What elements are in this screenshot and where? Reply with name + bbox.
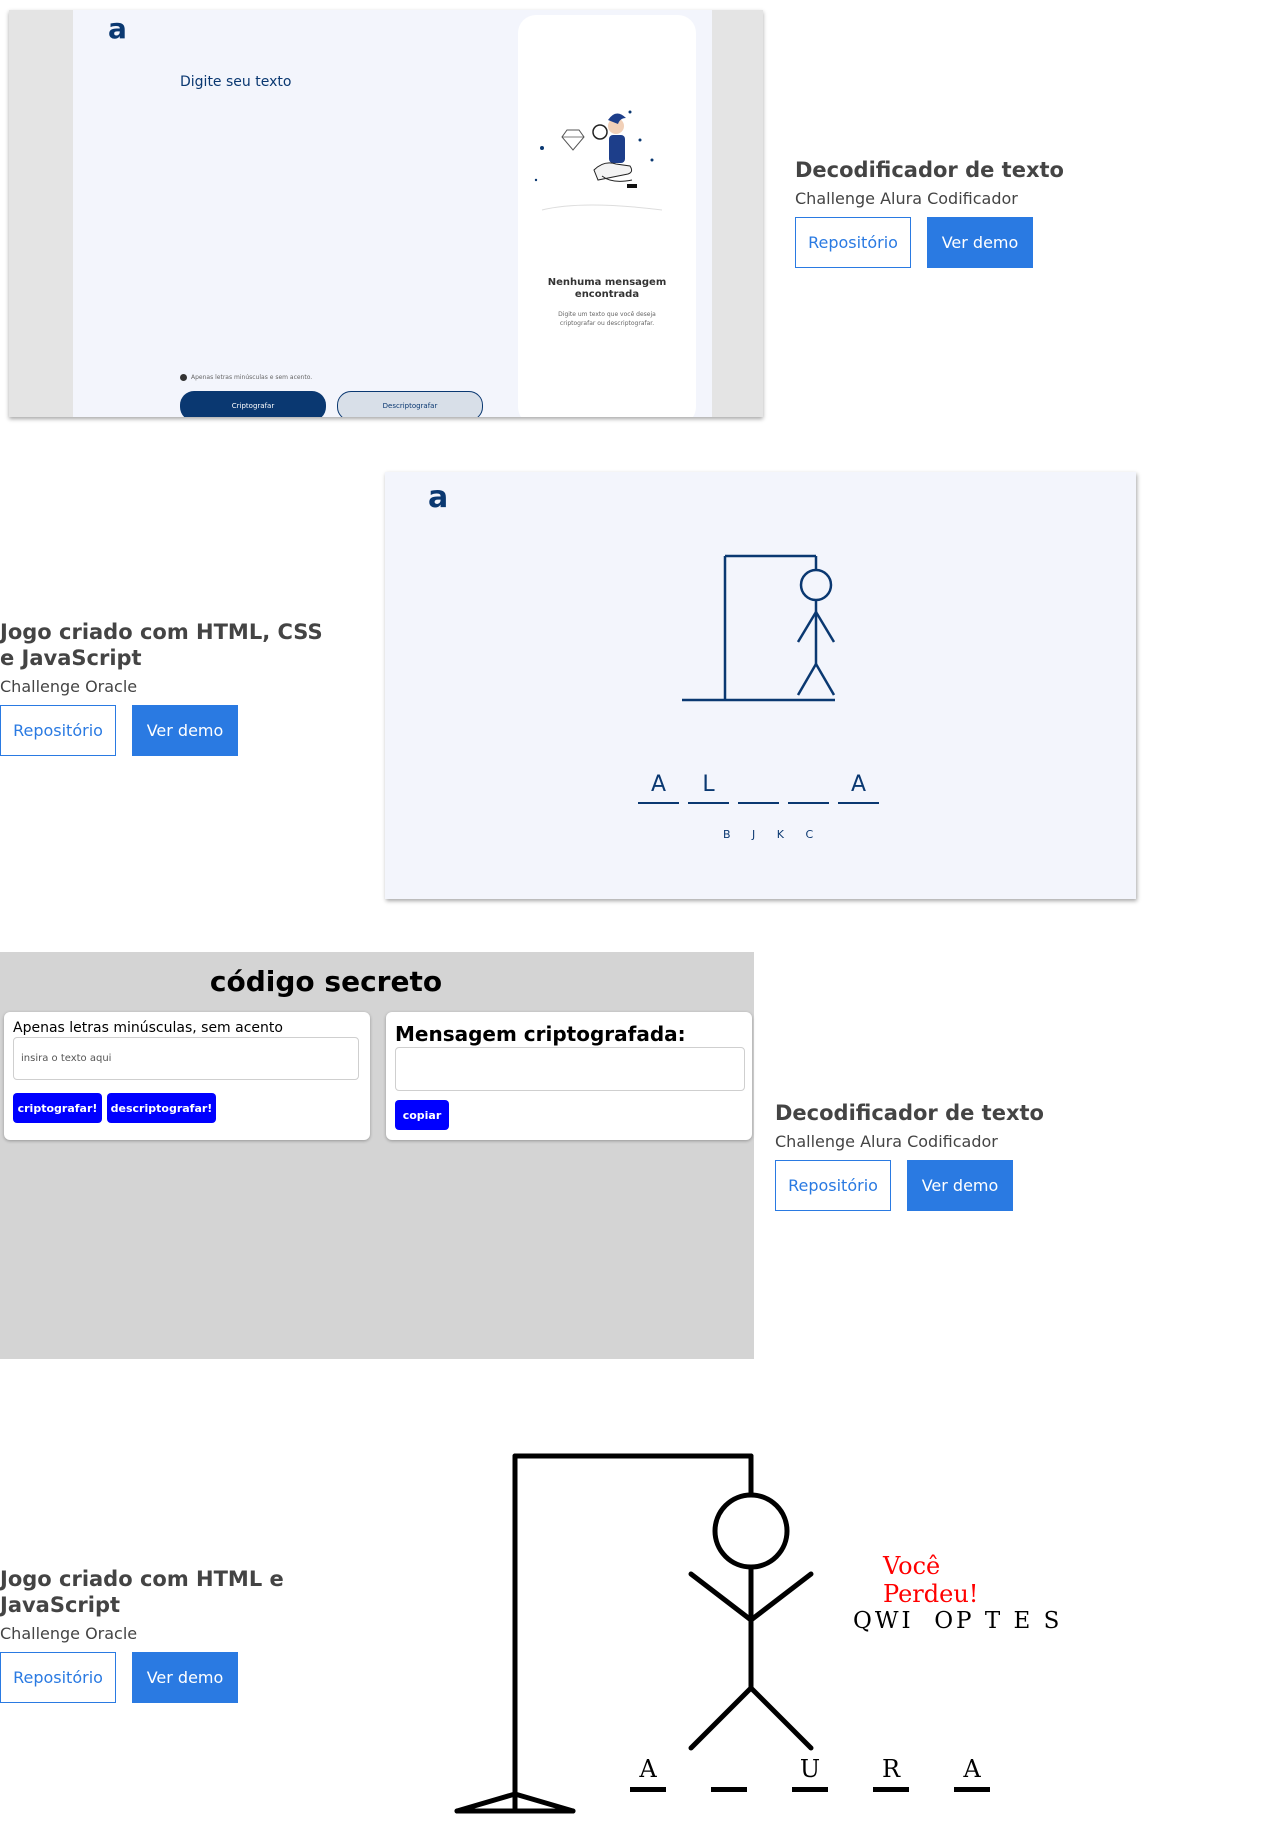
project-title: Decodificador de texto [775, 1101, 1044, 1125]
project-title: Jogo criado com HTML, CSS e JavaScript [0, 620, 323, 670]
input-panel: Apenas letras minúsculas, sem acento ins… [4, 1012, 370, 1140]
letter-slot: L [688, 770, 729, 804]
text-input[interactable]: insira o texto aqui [13, 1037, 359, 1080]
letter-slot: A [638, 770, 679, 804]
status-message: Você Perdeu! [883, 1552, 979, 1608]
project-subtitle: Challenge Alura Codificador [775, 1132, 998, 1151]
output-panel: Mensagem criptografada: copiar [386, 1012, 752, 1140]
letter-slot: A [630, 1755, 666, 1792]
output-field[interactable] [395, 1047, 745, 1091]
project-2-info: Jogo criado com HTML, CSS e JavaScript C… [0, 619, 330, 756]
letter-slot: R [873, 1755, 909, 1792]
decrypt-button[interactable]: descriptografar! [107, 1093, 216, 1123]
project-1-info: Decodificador de texto Challenge Alura C… [795, 157, 1125, 268]
letter-slot: A [954, 1755, 990, 1792]
letter-slot [788, 770, 829, 804]
hangman-drawing-icon [682, 554, 836, 702]
output-heading: Mensagem criptografada: [395, 1022, 686, 1046]
demo-button[interactable]: Ver demo [927, 217, 1033, 268]
word-slots: A L A [638, 770, 879, 804]
text-prompt: Digite seu texto [180, 74, 292, 90]
encrypt-button[interactable]: criptografar! [13, 1093, 102, 1123]
output-card: Nenhuma mensagem encontrada Digite um te… [518, 15, 696, 417]
wrong-letters: QWI OP T E S [853, 1608, 1063, 1634]
demo-button[interactable]: Ver demo [132, 705, 238, 756]
project-4-preview: Você Perdeu! QWI OP T E S A U R A [440, 1430, 1059, 1815]
copy-button[interactable]: copiar [395, 1100, 449, 1130]
encrypt-button[interactable]: Criptografar [180, 391, 326, 417]
project-subtitle: Challenge Oracle [0, 1624, 138, 1643]
alura-logo: a [428, 480, 449, 515]
info-icon [180, 374, 187, 381]
project-1-preview: a Digite seu texto Apenas letras minúscu… [9, 10, 763, 417]
project-2-preview: a A L A B J K C [385, 472, 1136, 899]
repository-button[interactable]: Repositório [0, 705, 116, 756]
empty-title: Nenhuma mensagem encontrada [547, 277, 667, 300]
project-subtitle: Challenge Alura Codificador [795, 189, 1018, 208]
repository-button[interactable]: Repositório [0, 1652, 116, 1703]
repository-button[interactable]: Repositório [775, 1160, 891, 1211]
decrypt-button[interactable]: Descriptografar [337, 391, 483, 417]
project-title: Decodificador de texto [795, 158, 1064, 182]
demo-button[interactable]: Ver demo [907, 1160, 1013, 1211]
letter-slot: U [792, 1755, 828, 1792]
decoder-page: a Digite seu texto Apenas letras minúscu… [73, 10, 712, 417]
detective-illustration-icon [534, 110, 663, 211]
project-3-preview: código secreto Apenas letras minúsculas,… [0, 952, 754, 1359]
letter-slot: A [838, 770, 879, 804]
input-label: Apenas letras minúsculas, sem acento [13, 1020, 283, 1036]
empty-text: Digite um texto que você deseja criptogr… [558, 311, 656, 327]
repository-button[interactable]: Repositório [795, 217, 911, 268]
demo-button[interactable]: Ver demo [132, 1652, 238, 1703]
project-4-info: Jogo criado com HTML e JavaScript Challe… [0, 1566, 330, 1703]
page-title: código secreto [209, 965, 443, 998]
alura-logo: a [108, 12, 127, 45]
letter-slot [711, 1755, 747, 1792]
wrong-letters: B J K C [723, 828, 823, 841]
project-title: Jogo criado com HTML e JavaScript [0, 1567, 284, 1617]
hint-text: Apenas letras minúsculas e sem acento. [180, 374, 312, 381]
letter-slot [738, 770, 779, 804]
project-subtitle: Challenge Oracle [0, 677, 138, 696]
project-3-info: Decodificador de texto Challenge Alura C… [775, 1100, 1105, 1211]
